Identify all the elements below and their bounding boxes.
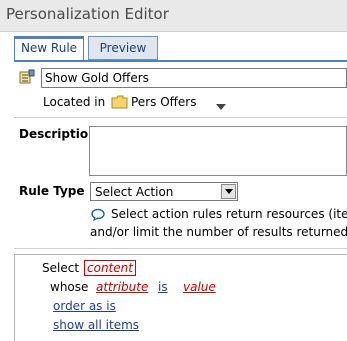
- dropdown-arrow-icon[interactable]: [221, 184, 236, 199]
- content-token[interactable]: content: [84, 260, 136, 276]
- description-label: Description: [19, 127, 97, 141]
- show-items-link[interactable]: show all items: [53, 318, 139, 332]
- rule-type-help-text: Select action rules return resources (it…: [111, 207, 347, 221]
- tab-underline: [14, 60, 347, 62]
- operator-token[interactable]: is: [158, 280, 168, 294]
- order-link[interactable]: order as is: [53, 299, 116, 313]
- window-titlebar: Personalization Editor: [0, 0, 347, 32]
- rule-type-label: Rule Type: [19, 184, 85, 198]
- rule-type-selected-value: Select Action: [95, 185, 174, 199]
- value-token[interactable]: value: [183, 280, 216, 294]
- rule-type-help-text-2: and/or limit the number of results retur…: [90, 225, 347, 239]
- tab-preview[interactable]: Preview: [88, 36, 158, 60]
- folder-icon: [111, 95, 128, 109]
- select-keyword: Select: [42, 261, 80, 275]
- rule-type-select[interactable]: Select Action: [90, 182, 238, 201]
- whose-keyword: whose: [50, 280, 89, 294]
- located-in-label: Located in: [43, 95, 106, 109]
- attribute-token[interactable]: attribute: [96, 280, 148, 294]
- divider: [14, 248, 347, 249]
- rule-icon: [19, 69, 35, 85]
- speech-bubble-icon: [91, 208, 105, 222]
- rule-name-input[interactable]: Show Gold Offers: [41, 68, 347, 88]
- divider: [14, 117, 347, 118]
- description-textarea[interactable]: [89, 126, 347, 176]
- chevron-down-icon[interactable]: [216, 99, 226, 110]
- window-title: Personalization Editor: [6, 5, 169, 23]
- folder-selector[interactable]: Pers Offers: [131, 95, 196, 109]
- tab-new-rule[interactable]: New Rule: [14, 36, 84, 60]
